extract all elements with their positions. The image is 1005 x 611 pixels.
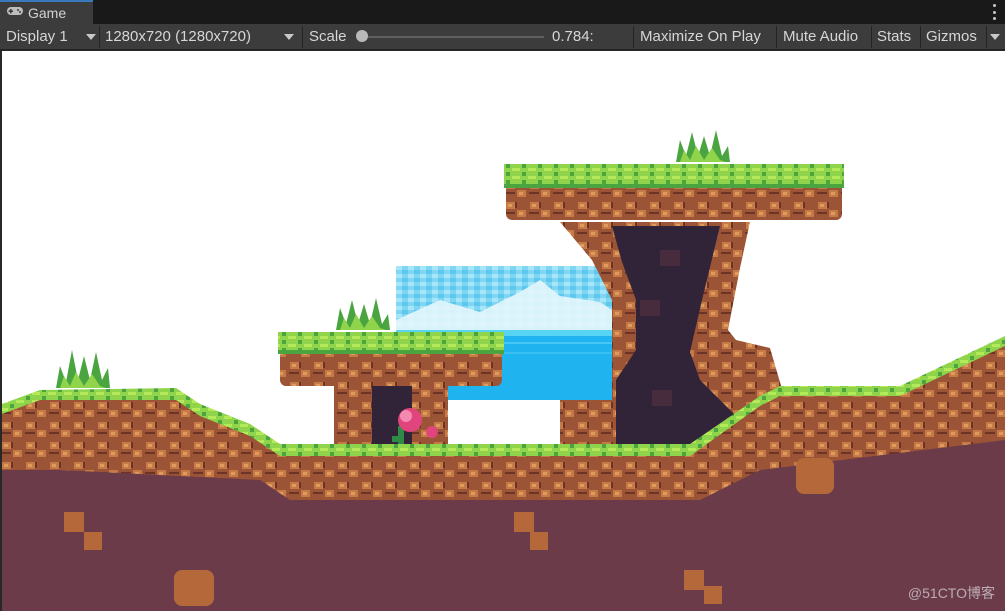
grass-tuft-top (676, 130, 730, 162)
game-toolbar: Display 1 1280x720 (1280x720) Scale 0.78… (0, 24, 1005, 50)
tab-title: Game (28, 5, 67, 21)
tab-bar: Game (0, 0, 1005, 24)
scale-label: Scale (309, 28, 347, 45)
scale-slider-thumb[interactable] (356, 30, 368, 42)
watermark-text: @51CTO博客 (907, 585, 995, 601)
scale-value: 0.784: (552, 28, 594, 45)
stats-button[interactable]: Stats (877, 24, 911, 49)
top-grass-platform (504, 164, 844, 220)
display-label: Display 1 (6, 28, 68, 45)
mute-audio-button[interactable]: Mute Audio (783, 24, 858, 49)
more-options-icon[interactable] (991, 4, 997, 20)
chevron-down-icon (86, 34, 96, 40)
grass-tuft-middle (336, 298, 390, 330)
game-viewport[interactable]: @51CTO博客 (2, 51, 1005, 611)
middle-grass-platform (278, 332, 504, 386)
game-scene (2, 130, 1005, 611)
gamepad-icon (6, 4, 24, 22)
scale-slider[interactable] (362, 36, 544, 38)
gizmos-button[interactable]: Gizmos (926, 24, 977, 49)
grass-tuft-left (56, 350, 110, 388)
display-dropdown[interactable]: Display 1 (6, 24, 98, 49)
game-tab[interactable]: Game (0, 0, 93, 24)
resolution-label: 1280x720 (1280x720) (105, 28, 251, 45)
middle-rock-pillar (334, 380, 448, 450)
maximize-on-play-button[interactable]: Maximize On Play (640, 24, 761, 49)
resolution-dropdown[interactable]: 1280x720 (1280x720) (105, 24, 300, 49)
gizmos-dropdown[interactable] (990, 24, 1005, 49)
chevron-down-icon (990, 33, 1000, 40)
chevron-down-icon (284, 34, 294, 40)
